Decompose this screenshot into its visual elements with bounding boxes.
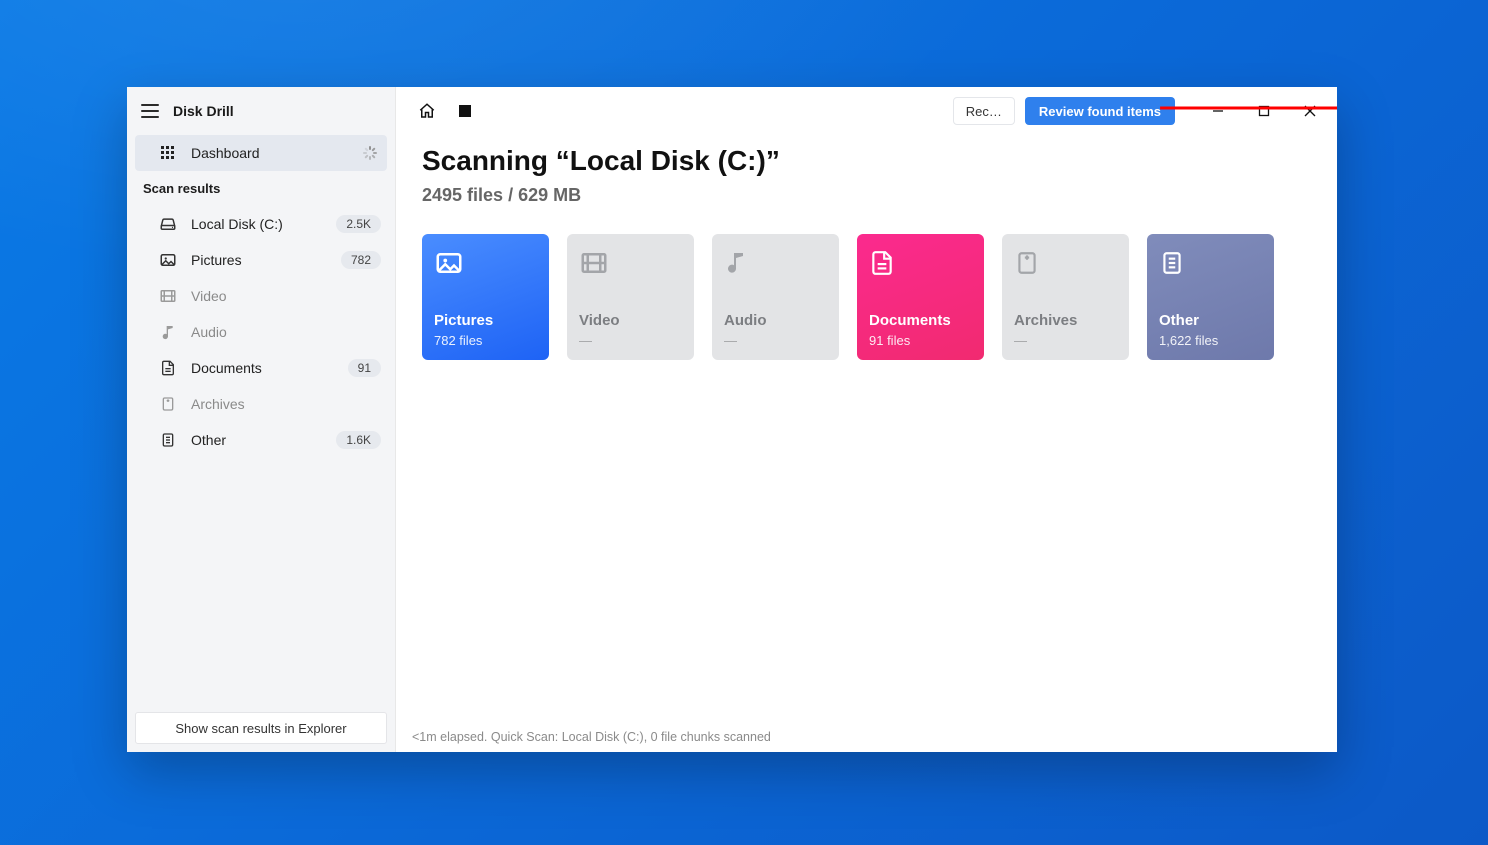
sidebar-item-badge: 2.5K	[336, 215, 381, 233]
card-title: Archives	[1014, 312, 1117, 329]
card-subtitle: 91 files	[869, 333, 972, 348]
other-icon	[1159, 248, 1189, 278]
loading-spinner-icon	[363, 146, 377, 160]
sidebar-item-other[interactable]: Other 1.6K	[127, 422, 395, 458]
sidebar-item-label: Archives	[191, 396, 381, 412]
sidebar-item-label: Video	[191, 288, 381, 304]
window-close-button[interactable]	[1287, 87, 1333, 135]
page-title: Scanning “Local Disk (C:)”	[422, 145, 1311, 177]
disk-icon	[159, 215, 177, 233]
sidebar-item-audio[interactable]: Audio	[127, 314, 395, 350]
video-icon	[579, 248, 609, 278]
sidebar-item-label: Other	[191, 432, 336, 448]
card-other[interactable]: Other 1,622 files	[1147, 234, 1274, 360]
show-in-explorer-button[interactable]: Show scan results in Explorer	[135, 712, 387, 744]
other-icon	[159, 431, 177, 449]
sidebar-item-documents[interactable]: Documents 91	[127, 350, 395, 386]
window-minimize-button[interactable]	[1195, 87, 1241, 135]
review-found-items-button[interactable]: Review found items	[1025, 97, 1175, 125]
sidebar-item-label: Pictures	[191, 252, 341, 268]
sidebar-footer: Show scan results in Explorer	[127, 704, 395, 752]
sidebar-item-archives[interactable]: Archives	[127, 386, 395, 422]
card-subtitle: —	[579, 333, 682, 348]
card-title: Other	[1159, 312, 1262, 329]
card-pictures[interactable]: Pictures 782 files	[422, 234, 549, 360]
titlebar: Rec… Review found items	[396, 87, 1337, 135]
archive-icon	[1014, 248, 1044, 278]
archive-icon	[159, 395, 177, 413]
sidebar-item-badge: 1.6K	[336, 431, 381, 449]
status-bar: <1m elapsed. Quick Scan: Local Disk (C:)…	[396, 722, 1337, 752]
document-icon	[159, 359, 177, 377]
card-audio[interactable]: Audio —	[712, 234, 839, 360]
main-area: Rec… Review found items Scanning “Local …	[396, 87, 1337, 752]
card-title: Audio	[724, 312, 827, 329]
sidebar: Disk Drill Dashboard Scan results Local …	[127, 87, 396, 752]
sidebar-item-dashboard[interactable]: Dashboard	[135, 135, 387, 171]
sidebar-item-video[interactable]: Video	[127, 278, 395, 314]
stop-scan-button[interactable]	[456, 102, 474, 120]
app-title: Disk Drill	[173, 103, 234, 119]
card-subtitle: —	[724, 333, 827, 348]
audio-icon	[159, 323, 177, 341]
picture-icon	[434, 248, 464, 278]
window-maximize-button[interactable]	[1241, 87, 1287, 135]
sidebar-item-label: Audio	[191, 324, 381, 340]
status-text: <1m elapsed. Quick Scan: Local Disk (C:)…	[412, 730, 771, 744]
card-archives[interactable]: Archives —	[1002, 234, 1129, 360]
recover-button[interactable]: Rec…	[953, 97, 1015, 125]
document-icon	[869, 248, 899, 278]
sidebar-item-label: Local Disk (C:)	[191, 216, 336, 232]
sidebar-item-label: Documents	[191, 360, 348, 376]
video-icon	[159, 287, 177, 305]
sidebar-item-pictures[interactable]: Pictures 782	[127, 242, 395, 278]
sidebar-header: Disk Drill	[127, 87, 395, 135]
sidebar-item-badge: 91	[348, 359, 381, 377]
page-subtitle: 2495 files / 629 MB	[422, 185, 1311, 206]
sidebar-list: Local Disk (C:) 2.5K Pictures 782 Video	[127, 202, 395, 704]
content: Scanning “Local Disk (C:)” 2495 files / …	[396, 135, 1337, 370]
sidebar-item-label: Dashboard	[191, 145, 363, 161]
sidebar-item-local-disk[interactable]: Local Disk (C:) 2.5K	[127, 206, 395, 242]
category-cards: Pictures 782 files Video — Audio —	[422, 234, 1311, 360]
grid-icon	[159, 144, 177, 162]
audio-icon	[724, 248, 754, 278]
sidebar-section-label: Scan results	[127, 171, 395, 202]
menu-icon[interactable]	[141, 104, 159, 118]
card-subtitle: 782 files	[434, 333, 537, 348]
card-video[interactable]: Video —	[567, 234, 694, 360]
stop-icon	[459, 105, 471, 117]
card-title: Documents	[869, 312, 972, 329]
picture-icon	[159, 251, 177, 269]
card-subtitle: 1,622 files	[1159, 333, 1262, 348]
card-subtitle: —	[1014, 333, 1117, 348]
home-button[interactable]	[418, 102, 436, 120]
card-title: Video	[579, 312, 682, 329]
sidebar-item-badge: 782	[341, 251, 381, 269]
card-documents[interactable]: Documents 91 files	[857, 234, 984, 360]
card-title: Pictures	[434, 312, 537, 329]
app-window: Disk Drill Dashboard Scan results Local …	[127, 87, 1337, 752]
